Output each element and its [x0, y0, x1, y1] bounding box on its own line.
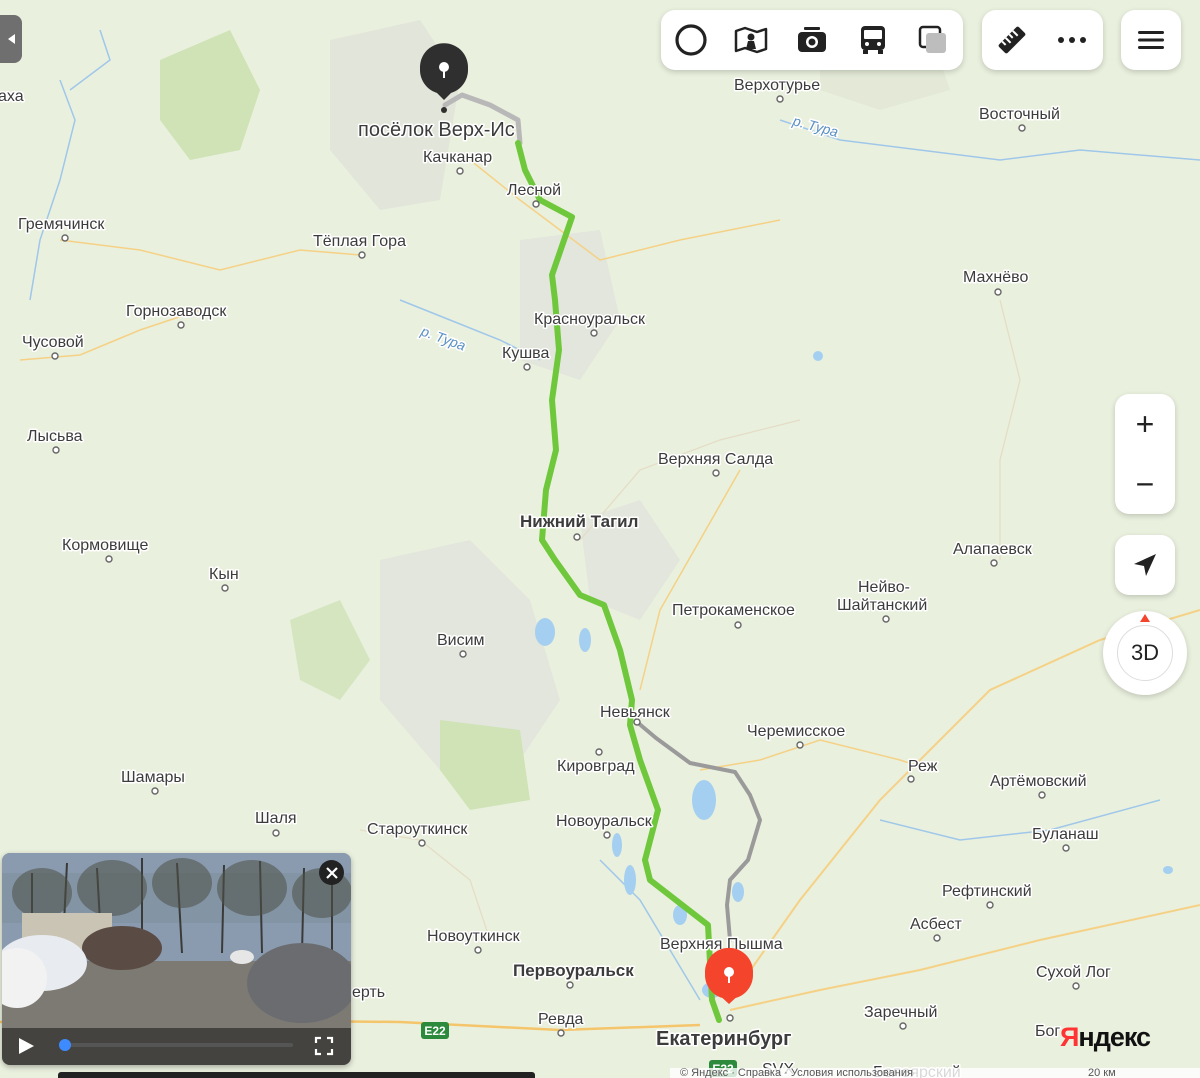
panorama-button[interactable] — [727, 16, 775, 64]
city-label-petrokamenskoe: Петрокаменское — [672, 602, 795, 619]
city-label-kyn: Кын — [209, 566, 239, 583]
panorama-icon — [734, 26, 768, 54]
city-label-shaytansky: Шайтанский — [837, 597, 927, 614]
city-label-neyvo: Нейво- — [858, 579, 910, 596]
city-label-verhnyaya-salda: Верхняя Салда — [658, 451, 773, 468]
scale-label: 20 км — [1088, 1068, 1116, 1078]
city-label-verhoturye: Верхотурье — [734, 77, 820, 94]
copyright-text: © Яндекс · Справка · Условия использован… — [680, 1068, 913, 1078]
mode-3d-label: 3D — [1117, 625, 1173, 681]
bottom-handle[interactable] — [58, 1072, 535, 1078]
photos-button[interactable] — [788, 16, 836, 64]
city-label-gremyachinsk: Гремячинск — [18, 216, 105, 233]
ruler-icon — [998, 26, 1026, 54]
city-label-novouralsk: Новоуральск — [556, 813, 653, 830]
more-icon — [1058, 37, 1086, 43]
compass-3d-control[interactable]: 3D — [1103, 611, 1187, 695]
road-badge-e22-west: E22 — [421, 1022, 449, 1039]
video-close-button[interactable] — [319, 860, 344, 885]
city-label-pervouralsk: Первоуральск — [513, 961, 634, 980]
more-button[interactable] — [1048, 16, 1096, 64]
compass-north-icon — [1140, 614, 1150, 622]
city-label-lysva: Лысьва — [27, 428, 83, 445]
city-label-chusovoy: Чусовой — [22, 334, 84, 351]
city-label-nizhny-tagil: Нижний Тагил — [520, 512, 638, 531]
bus-icon — [861, 26, 885, 54]
collapse-panel-button[interactable] — [0, 15, 22, 63]
city-label-kirovgrad: Кировград — [557, 758, 635, 775]
city-label-lesnoy: Лесной — [507, 182, 561, 199]
video-frame — [2, 853, 351, 1065]
map-layers-toolbar — [661, 10, 963, 70]
city-label-alapaevsk: Алапаевск — [953, 541, 1033, 558]
video-play-button[interactable] — [16, 1036, 40, 1060]
layers-button[interactable] — [909, 16, 957, 64]
alice-icon — [675, 24, 707, 56]
city-label-novoutkinsk: Новоуткинск — [427, 928, 521, 945]
city-label-staroutkinsk: Староуткинск — [367, 821, 468, 838]
city-label-gornozavodsk: Горнозаводск — [126, 303, 227, 320]
city-label-mahnevo: Махнёво — [963, 269, 1028, 286]
fullscreen-icon — [314, 1036, 334, 1056]
city-label-zarechny: Заречный — [864, 1004, 937, 1021]
city-label-kushva: Кушва — [502, 345, 549, 362]
city-label-bog: Бог — [1035, 1023, 1060, 1040]
tools-toolbar — [982, 10, 1103, 70]
city-label-artemovsky: Артёмовский — [990, 773, 1087, 790]
zoom-out-button[interactable]: − — [1115, 454, 1175, 514]
zoom-in-button[interactable]: + — [1115, 394, 1175, 454]
city-label-reftinsky: Рефтинский — [942, 883, 1032, 900]
city-label-bulanash: Буланаш — [1032, 826, 1099, 843]
collapse-icon — [7, 34, 15, 44]
transport-button[interactable] — [849, 16, 897, 64]
alice-button[interactable] — [667, 16, 715, 64]
origin-label: посёлок Верх-Ис — [358, 119, 515, 141]
menu-icon — [1138, 31, 1164, 49]
play-icon — [19, 1038, 34, 1054]
city-label-suhoy-log: Сухой Лог — [1036, 964, 1111, 981]
city-label-kormovische: Кормовище — [62, 537, 148, 554]
copyright-bar: © Яндекс · Справка · Условия использован… — [670, 1068, 1200, 1078]
menu-button[interactable] — [1121, 10, 1181, 70]
city-label-shamary: Шамары — [121, 769, 185, 786]
yandex-logo[interactable]: Яндекс — [1060, 1022, 1151, 1053]
city-label-erth: ерть — [352, 984, 385, 1001]
city-label-vostochny: Восточный — [979, 106, 1060, 123]
geolocation-button[interactable] — [1115, 535, 1175, 595]
close-icon — [325, 866, 338, 879]
city-label-oxa: аха — [0, 88, 24, 105]
city-label-kachkanar: Качканар — [423, 149, 492, 166]
city-label-nevyansk: Невьянск — [600, 704, 671, 721]
city-label-cheremisskoe: Черемисское — [747, 723, 845, 740]
city-label-teplaya-gora: Тёплая Гора — [313, 233, 406, 250]
city-label-revda: Ревда — [538, 1011, 584, 1028]
city-label-krasnouralsk: Красноуральск — [534, 311, 646, 328]
layers-icon — [918, 25, 946, 53]
zoom-controls: + − — [1115, 394, 1175, 514]
video-progress-thumb[interactable] — [58, 1039, 71, 1051]
city-label-shalya: Шаля — [255, 810, 297, 827]
ruler-button[interactable] — [988, 16, 1036, 64]
city-label-asbest: Асбест — [910, 916, 963, 933]
camera-icon — [798, 27, 826, 52]
svg-text:E22: E22 — [424, 1024, 446, 1038]
video-progress-track[interactable] — [58, 1039, 293, 1051]
geolocation-icon — [1134, 554, 1156, 576]
city-label-visim: Висим — [437, 632, 485, 649]
city-label-ekaterinburg: Екатеринбург — [656, 1028, 791, 1050]
city-label-rezh: Реж — [908, 758, 938, 775]
video-fullscreen-button[interactable] — [314, 1036, 336, 1058]
street-video-player[interactable] — [2, 853, 351, 1065]
